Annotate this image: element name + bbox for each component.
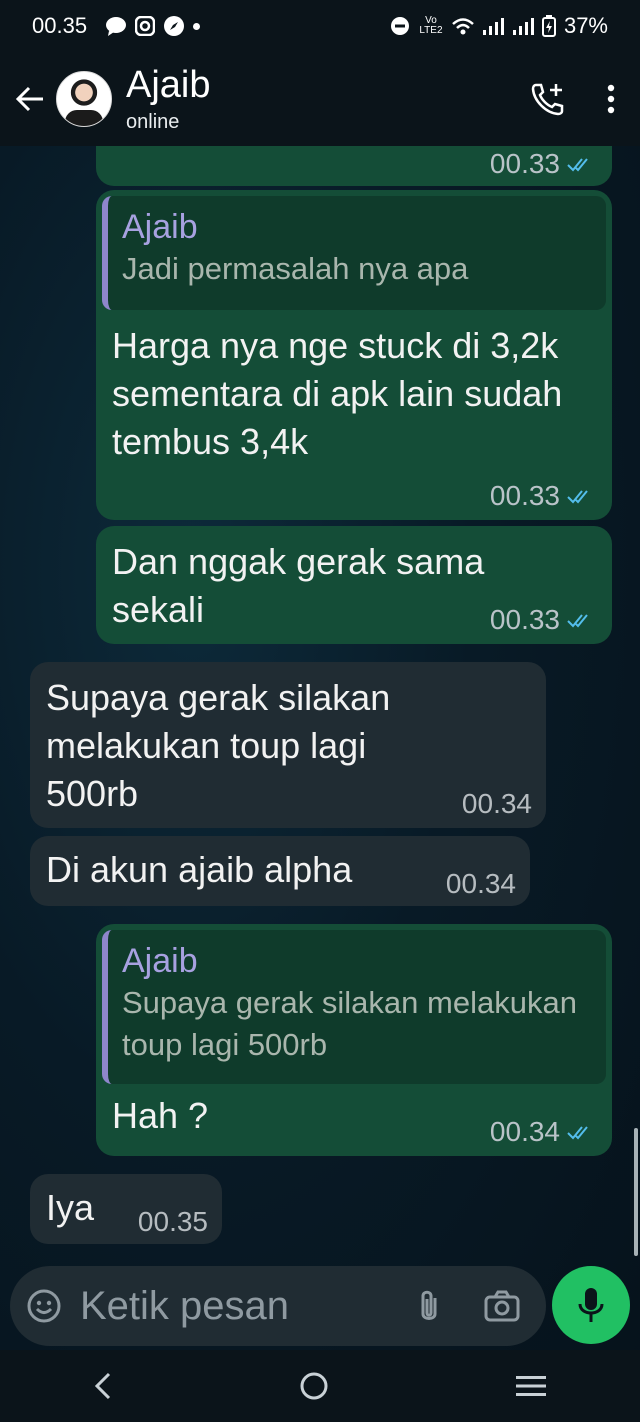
message-text: Iya xyxy=(46,1187,95,1228)
message-bubble-outgoing[interactable]: 00.33 xyxy=(96,146,612,186)
paperclip-icon xyxy=(421,1290,437,1320)
quoted-text: Jadi permasalah nya apa xyxy=(122,251,469,286)
message-bubble-outgoing[interactable]: Ajaib Supaya gerak silakan melakukan tou… xyxy=(96,924,612,1156)
quoted-author: Ajaib xyxy=(122,208,198,246)
presence-status: online xyxy=(126,110,180,133)
message-bubble-incoming[interactable]: Supaya gerak silakan melakukan toup lagi… xyxy=(30,662,546,828)
home-circle-icon xyxy=(300,1372,328,1400)
instagram-icon xyxy=(135,16,156,36)
signal-icon-1 xyxy=(482,17,504,35)
double-check-icon xyxy=(567,490,588,504)
avatar[interactable] xyxy=(56,71,112,127)
sticker-icon xyxy=(27,1289,61,1323)
message-time: 00.35 xyxy=(137,1206,208,1237)
recents-icon xyxy=(516,1376,546,1396)
emoji-button[interactable] xyxy=(26,1288,62,1324)
status-bar: 00.35 Vo LTE2 37% xyxy=(0,0,640,52)
more-vertical-icon xyxy=(607,84,615,114)
battery-percent: 37% xyxy=(563,13,608,38)
message-text: Di akun ajaib alpha xyxy=(46,849,353,890)
message-bubble-incoming[interactable]: Di akun ajaib alpha 00.34 xyxy=(30,836,530,906)
compass-icon xyxy=(163,15,185,37)
battery-icon xyxy=(541,15,556,37)
message-time: 00.34 xyxy=(445,868,516,899)
more-notifications-dot xyxy=(193,22,201,30)
quoted-message[interactable]: Ajaib Supaya gerak silakan melakukan tou… xyxy=(102,930,606,1084)
signal-icon-2 xyxy=(512,17,534,35)
double-check-icon xyxy=(567,158,588,172)
composer: Ketik pesan xyxy=(0,1264,640,1350)
message-time: 00.33 xyxy=(489,148,560,179)
message-time: 00.34 xyxy=(461,788,532,819)
message-time: 00.33 xyxy=(489,480,560,511)
system-navigation-bar xyxy=(0,1350,640,1422)
chat-notification-icon xyxy=(105,16,127,36)
quoted-author: Ajaib xyxy=(122,942,198,980)
add-call-button[interactable] xyxy=(530,81,566,117)
quoted-message[interactable]: Ajaib Jadi permasalah nya apa xyxy=(102,196,606,310)
message-bubble-outgoing[interactable]: Ajaib Jadi permasalah nya apa Harga nya … xyxy=(96,190,612,520)
status-time: 00.35 xyxy=(32,13,88,38)
scrollbar[interactable] xyxy=(634,1128,638,1256)
camera-button[interactable] xyxy=(484,1290,520,1322)
message-time: 00.34 xyxy=(489,1116,560,1147)
nav-home-button[interactable] xyxy=(299,1371,329,1401)
contact-name: Ajaib xyxy=(126,63,211,106)
menu-button[interactable] xyxy=(606,84,616,114)
message-text: Supaya gerak silakan melakukan toup lagi… xyxy=(46,677,391,814)
quoted-text: Supaya gerak silakan melakukan toup lagi… xyxy=(122,985,577,1062)
back-button[interactable] xyxy=(14,83,46,115)
message-bubble-outgoing[interactable]: Dan nggak gerak sama sekali 00.33 xyxy=(96,526,612,644)
wifi-icon xyxy=(452,17,474,35)
dnd-icon xyxy=(390,16,410,36)
chat-header: Ajaib online xyxy=(0,52,640,146)
contact-info[interactable]: Ajaib online xyxy=(126,65,211,134)
camera-icon xyxy=(484,1290,520,1322)
volte-label: Vo LTE2 xyxy=(419,15,443,36)
nav-recents-button[interactable] xyxy=(515,1374,547,1398)
add-call-icon xyxy=(531,83,564,116)
message-input[interactable]: Ketik pesan xyxy=(80,1284,418,1329)
double-check-icon xyxy=(567,614,588,628)
chevron-left-icon xyxy=(94,1372,111,1400)
double-check-icon xyxy=(567,1126,588,1140)
voice-record-button[interactable] xyxy=(552,1266,630,1344)
arrow-left-icon xyxy=(15,86,43,112)
attach-button[interactable] xyxy=(418,1288,440,1324)
message-text: Hah ? xyxy=(112,1095,209,1136)
message-input-container: Ketik pesan xyxy=(10,1266,546,1346)
message-time: 00.33 xyxy=(489,604,560,635)
nav-back-button[interactable] xyxy=(93,1371,113,1401)
microphone-icon xyxy=(578,1288,604,1322)
message-text: Harga nya nge stuck di 3,2k sementara di… xyxy=(112,325,563,462)
message-list[interactable]: 00.33 Ajaib Jadi permasalah nya apa Harg… xyxy=(0,146,640,1264)
message-bubble-incoming[interactable]: Iya 00.35 xyxy=(30,1174,222,1244)
